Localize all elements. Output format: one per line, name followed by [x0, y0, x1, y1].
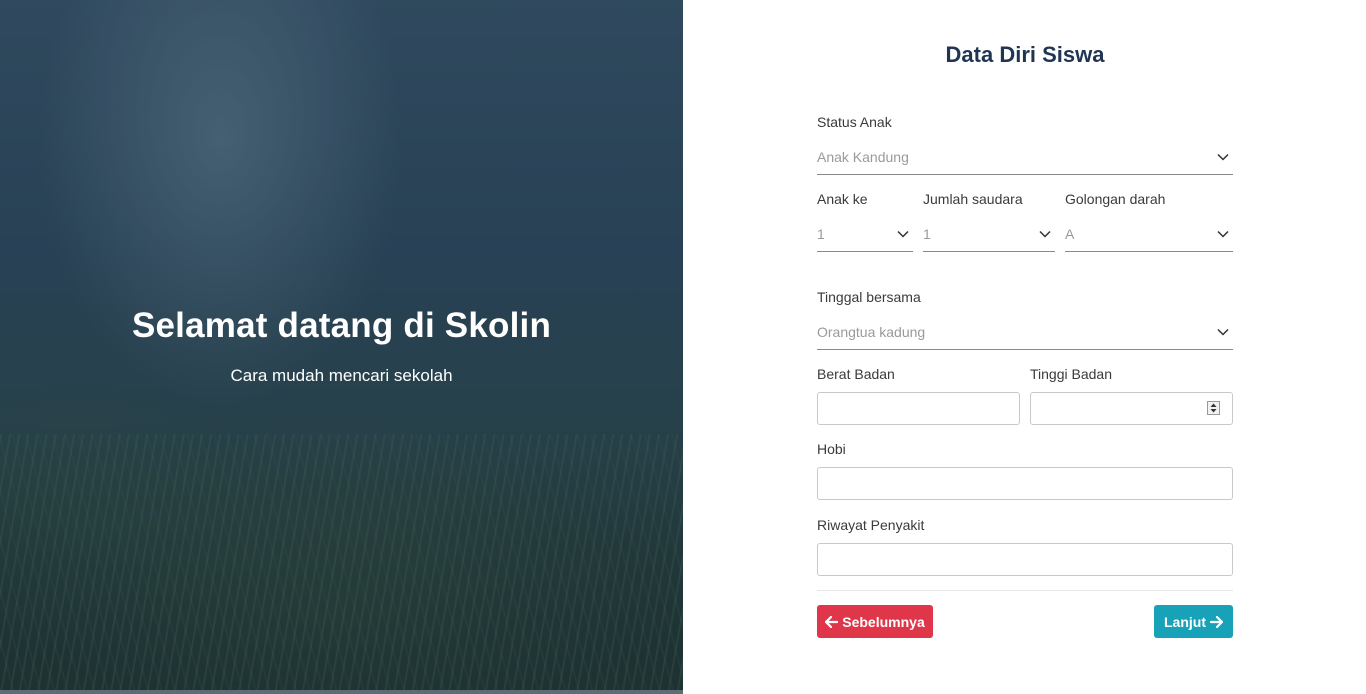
- status-anak-value: Anak Kandung: [817, 149, 909, 165]
- next-button[interactable]: Lanjut: [1154, 605, 1233, 638]
- jumlah-saudara-select[interactable]: 1: [923, 220, 1055, 252]
- tinggi-badan-label: Tinggi Badan: [1030, 366, 1112, 382]
- golongan-darah-select[interactable]: A: [1065, 220, 1233, 252]
- berat-badan-input[interactable]: [817, 392, 1020, 425]
- arrow-left-icon: [825, 615, 839, 628]
- status-anak-label: Status Anak: [817, 114, 892, 130]
- number-spinner-icon[interactable]: [1207, 401, 1220, 415]
- jumlah-saudara-value: 1: [923, 226, 931, 242]
- status-anak-select[interactable]: Anak Kandung: [817, 143, 1233, 175]
- riwayat-penyakit-label: Riwayat Penyakit: [817, 517, 925, 533]
- arrow-right-icon: [1210, 615, 1223, 628]
- golongan-darah-label: Golongan darah: [1065, 191, 1166, 207]
- anak-ke-label: Anak ke: [817, 191, 868, 207]
- hobi-label: Hobi: [817, 441, 846, 457]
- tinggal-bersama-value: Orangtua kadung: [817, 324, 926, 340]
- form-title: Data Diri Siswa: [945, 42, 1105, 67]
- previous-button[interactable]: Sebelumnya: [817, 605, 933, 638]
- riwayat-penyakit-input[interactable]: [817, 543, 1233, 576]
- chevron-down-icon: [1217, 328, 1229, 336]
- hero-background-image: [0, 434, 683, 694]
- golongan-darah-value: A: [1065, 226, 1075, 242]
- berat-badan-label: Berat Badan: [817, 366, 895, 382]
- tinggi-badan-input[interactable]: [1030, 392, 1233, 425]
- hobi-input[interactable]: [817, 467, 1233, 500]
- chevron-down-icon: [1217, 153, 1229, 161]
- hero-panel: [0, 0, 683, 694]
- chevron-down-icon: [1039, 230, 1051, 238]
- previous-button-label: Sebelumnya: [842, 613, 925, 630]
- tinggal-bersama-select[interactable]: Orangtua kadung: [817, 318, 1233, 350]
- hero-title: Selamat datang di Skolin: [131, 306, 552, 345]
- hero-bottom-bar: [0, 690, 683, 694]
- chevron-down-icon: [897, 230, 909, 238]
- chevron-down-icon: [1217, 230, 1229, 238]
- anak-ke-value: 1: [817, 226, 825, 242]
- form-divider: [817, 590, 1233, 591]
- jumlah-saudara-label: Jumlah saudara: [923, 191, 1023, 207]
- tinggal-bersama-label: Tinggal bersama: [817, 289, 921, 305]
- next-button-label: Lanjut: [1164, 613, 1206, 630]
- hero-subtitle: Cara mudah mencari sekolah: [230, 366, 453, 385]
- anak-ke-select[interactable]: 1: [817, 220, 913, 252]
